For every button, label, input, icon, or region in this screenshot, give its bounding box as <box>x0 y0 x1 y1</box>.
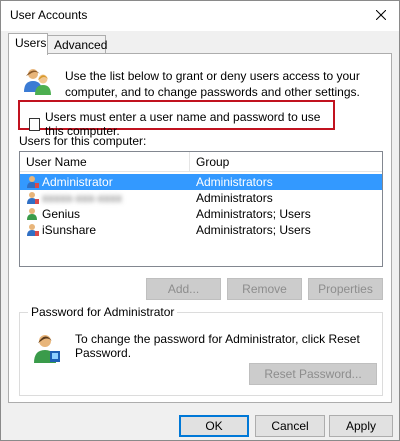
remove-user-button[interactable]: Remove <box>227 278 302 300</box>
password-groupbox: Password for Administrator To change the… <box>19 305 383 396</box>
user-accounts-window: User Accounts Users Advanced Use the lis… <box>0 0 400 441</box>
reset-password-button[interactable]: Reset Password... <box>249 363 377 385</box>
close-button[interactable] <box>369 4 393 26</box>
cancel-button[interactable]: Cancel <box>255 415 325 437</box>
title-bar[interactable]: User Accounts <box>1 1 399 31</box>
table-row[interactable]: Genius Administrators; Users <box>20 206 382 222</box>
column-group[interactable]: Group <box>190 152 382 172</box>
row-group: Administrators <box>196 175 273 189</box>
properties-button[interactable]: Properties <box>308 278 383 300</box>
row-group: Administrators <box>196 191 273 205</box>
intro-text: Use the list below to grant or deny user… <box>65 69 360 99</box>
row-group: Administrators; Users <box>196 207 311 221</box>
users-listview[interactable]: User Name Group Administrator Administra… <box>19 151 383 267</box>
admin-user-icon <box>34 335 60 363</box>
close-icon <box>376 10 386 20</box>
row-group: Administrators; Users <box>196 223 311 237</box>
must-login-checkbox[interactable] <box>29 117 40 131</box>
users-tab-panel: Use the list below to grant or deny user… <box>8 53 392 403</box>
users-list-label: Users for this computer: <box>19 134 147 148</box>
row-user-name: Genius <box>42 207 81 221</box>
column-user-name[interactable]: User Name <box>20 152 190 172</box>
window-title: User Accounts <box>10 8 88 22</box>
row-user-name: iSunshare <box>42 223 97 237</box>
apply-button[interactable]: Apply <box>329 415 393 437</box>
tab-users[interactable]: Users <box>8 33 48 55</box>
password-group-label: Password for Administrator <box>28 305 178 319</box>
tab-advanced[interactable]: Advanced <box>47 35 107 54</box>
table-row[interactable]: xxxxx-xxx-xxxx Administrators <box>20 190 382 206</box>
add-user-button[interactable]: Add... <box>146 278 221 300</box>
list-header: User Name Group <box>20 152 382 172</box>
user-icon <box>27 208 37 220</box>
password-instructions: To change the password for Administrator… <box>75 332 360 360</box>
row-user-name: xxxxx-xxx-xxxx <box>42 191 122 205</box>
user-icon <box>27 192 39 204</box>
user-icon <box>27 176 39 188</box>
user-icon <box>27 224 39 236</box>
table-row[interactable]: iSunshare Administrators; Users <box>20 222 382 238</box>
table-row[interactable]: Administrator Administrators <box>20 174 382 190</box>
row-user-name: Administrator <box>42 175 113 189</box>
highlight-box: Users must enter a user name and passwor… <box>18 100 335 138</box>
users-icon <box>24 69 51 95</box>
ok-button[interactable]: OK <box>179 415 249 437</box>
